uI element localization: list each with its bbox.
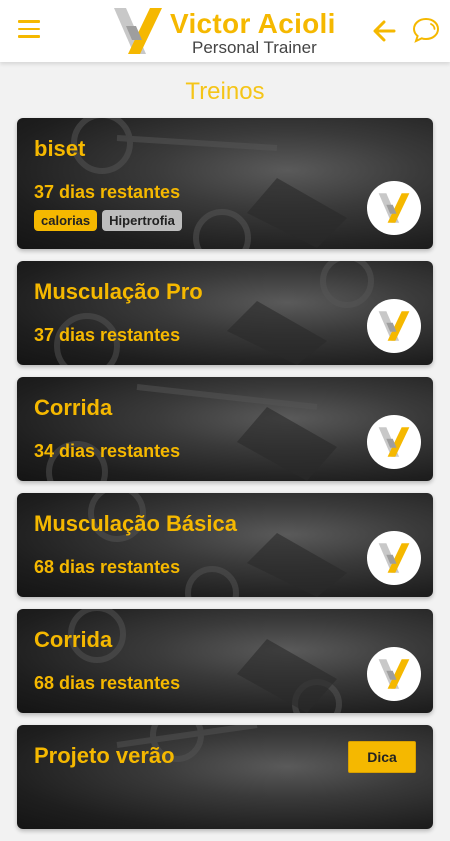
tag-badge: calorias [34, 210, 98, 231]
app-header: Victor Acioli Personal Trainer [0, 0, 450, 62]
workout-list: biset 37 dias restantes calorias Hipertr… [17, 118, 433, 841]
trainer-avatar [367, 647, 421, 701]
trainer-avatar [367, 299, 421, 353]
trainer-avatar [367, 181, 421, 235]
workout-title: Corrida [34, 395, 113, 420]
page-title: Treinos [185, 78, 265, 105]
workout-card[interactable]: Corrida 68 dias restantes [17, 609, 433, 713]
workout-card[interactable]: Projeto verão Dica [17, 725, 433, 829]
tag-badge: Hipertrofia [102, 210, 182, 231]
workout-card[interactable]: Musculação Pro 37 dias restantes [17, 261, 433, 365]
brand-name: Victor Acioli [170, 8, 336, 39]
workout-title: Corrida [34, 627, 113, 652]
workout-card[interactable]: biset 37 dias restantes calorias Hipertr… [17, 118, 433, 249]
logo-mark-icon [378, 543, 410, 573]
days-remaining: 68 dias restantes [34, 557, 181, 577]
chat-bubble-icon[interactable] [412, 16, 440, 44]
arrow-left-icon[interactable] [372, 18, 398, 44]
days-remaining: 37 dias restantes [34, 325, 181, 345]
logo-mark-icon [378, 427, 410, 457]
tag-list: calorias Hipertrofia [34, 210, 182, 231]
days-remaining: 34 dias restantes [34, 441, 181, 461]
workout-title: Musculação Pro [34, 279, 203, 304]
brand-logo: Victor Acioli Personal Trainer [112, 6, 342, 58]
days-remaining: 37 dias restantes [34, 182, 181, 202]
trainer-avatar [367, 531, 421, 585]
days-remaining: 68 dias restantes [34, 673, 181, 693]
trainer-avatar [367, 415, 421, 469]
tip-button[interactable]: Dica [348, 741, 416, 773]
logo-mark-icon [378, 311, 410, 341]
workout-card[interactable]: Corrida 34 dias restantes [17, 377, 433, 481]
workout-card[interactable]: Musculação Básica 68 dias restantes [17, 493, 433, 597]
workout-title: biset [34, 136, 86, 161]
logo-mark-icon [114, 8, 162, 54]
logo-mark-icon [378, 193, 410, 223]
hamburger-menu-icon[interactable] [18, 20, 42, 40]
workout-title: Projeto verão [34, 743, 175, 768]
workout-title: Musculação Básica [34, 511, 237, 536]
logo-mark-icon [378, 659, 410, 689]
brand-subtitle: Personal Trainer [192, 38, 317, 57]
